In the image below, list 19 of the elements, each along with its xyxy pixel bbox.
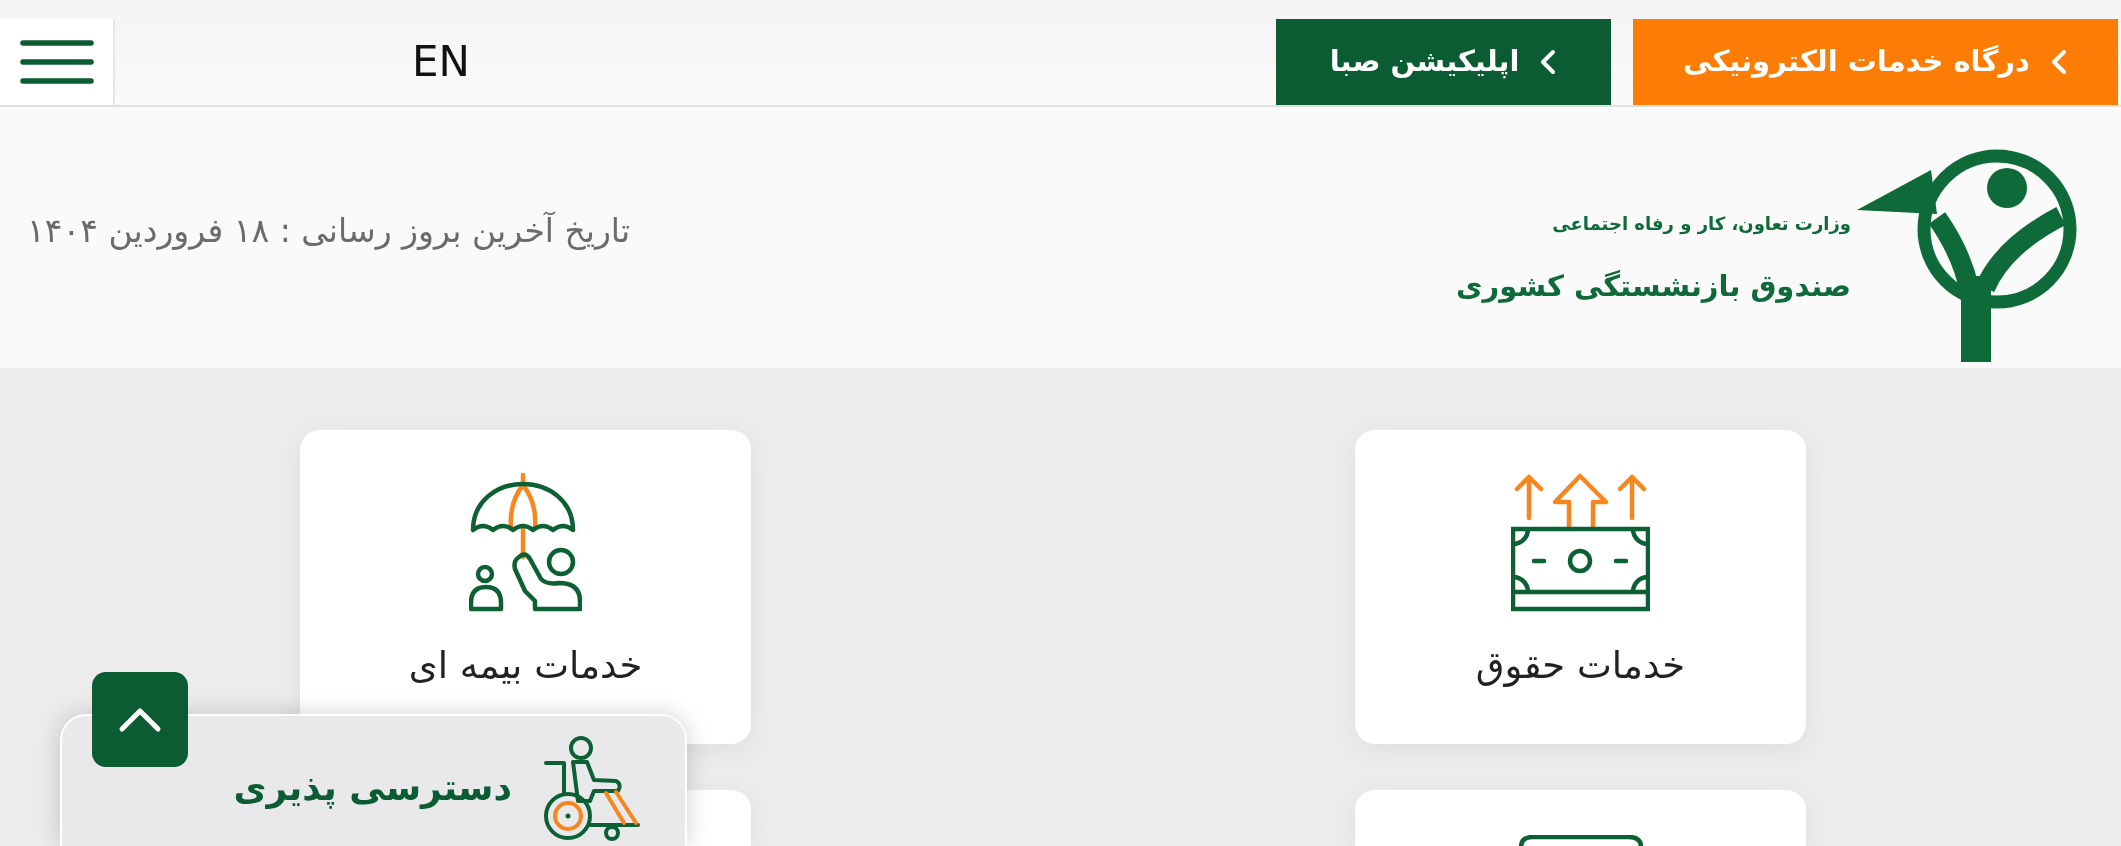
chevron-left-icon: [1539, 49, 1558, 75]
rounded-frame-icon: [1518, 835, 1643, 846]
money-arrows-icon: [1511, 473, 1650, 612]
wheelchair-icon: [542, 735, 640, 841]
language-link[interactable]: EN: [412, 41, 470, 83]
chevron-left-icon: [2049, 49, 2068, 75]
chevron-up-icon: [118, 706, 162, 733]
umbrella-people-icon: [469, 473, 582, 612]
menu-button[interactable]: [0, 19, 115, 105]
header-link-button[interactable]: اپلیکیشن صبا: [1276, 19, 1611, 105]
service-card[interactable]: خدمات بیمه ای: [300, 430, 751, 744]
service-card[interactable]: [1355, 790, 1806, 846]
service-card[interactable]: خدمات حقوق: [1355, 430, 1806, 744]
fund-name: صندوق بازنشستگی کشوری: [1456, 267, 1851, 305]
accessibility-button[interactable]: دسترسی پذیری: [60, 714, 687, 846]
menu-icon: [19, 40, 94, 84]
scroll-top-button[interactable]: [92, 672, 188, 767]
ministry-name: وزارت تعاون، کار و رفاه اجتماعی: [1552, 211, 1851, 237]
last-update-text: تاریخ آخرین بروز رسانی : ۱۸ فروردین ۱۴۰۴: [27, 209, 631, 252]
